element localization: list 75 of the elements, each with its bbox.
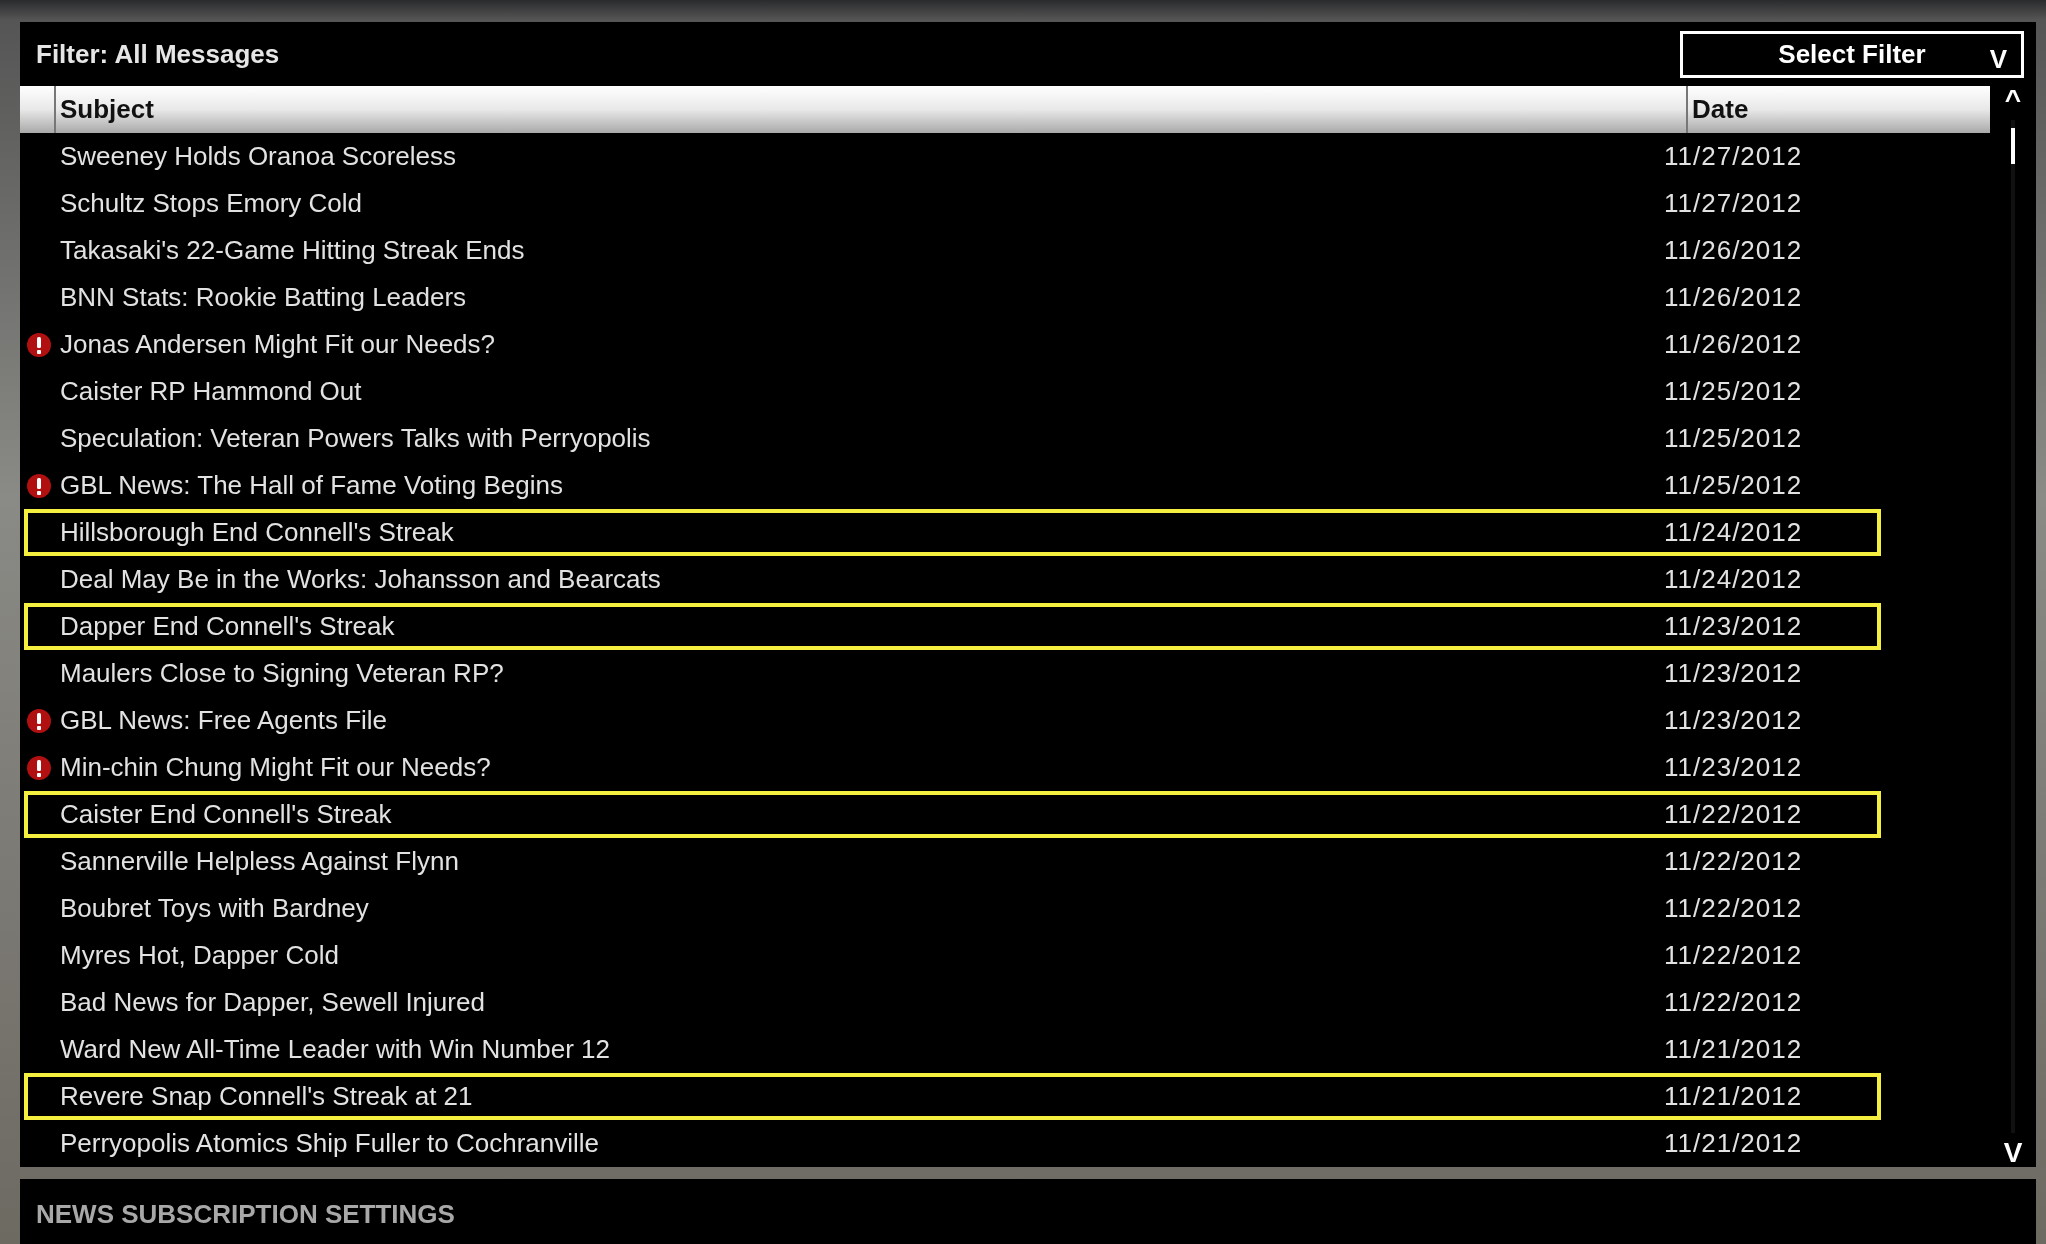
date-cell-text: 11/22/2012: [1664, 798, 1803, 831]
date-cell-text: 11/24/2012: [1664, 516, 1803, 549]
subject-cell-text: Caister End Connell's Streak: [59, 798, 393, 831]
highlighted-row[interactable]: Revere Snap Connell's Streak at 21 11/21/2012: [24, 1073, 1881, 1120]
column-header[interactable]: Subject: [56, 86, 1688, 133]
message-row[interactable]: Sannerville Helpless Against Flynn 11/22/2012: [24, 838, 1881, 885]
date-cell-text: 11/24/2012: [1664, 563, 1803, 596]
message-row[interactable]: Speculation: Veteran Powers Talks with Perryopolis 11/25/2012: [24, 415, 1881, 462]
highlighted-row[interactable]: Hillsborough End Connell's Streak 11/24/2012: [24, 509, 1881, 556]
subject-cell-text: Hillsborough End Connell's Streak: [59, 516, 455, 549]
message-row[interactable]: Jonas Andersen Might Fit our Needs? 11/26/2012: [24, 321, 1881, 368]
scrollbar-thumb[interactable]: [2011, 128, 2015, 164]
date-cell-text: 11/21/2012: [1664, 1127, 1803, 1160]
message-row[interactable]: Maulers Close to Signing Veteran RP? 11/23/2012: [24, 650, 1881, 697]
subject-cell-text: Bad News for Dapper, Sewell Injured: [59, 986, 486, 1019]
subject-cell-text: Sweeney Holds Oranoa Scoreless: [59, 140, 457, 173]
subject-cell-text: Perryopolis Atomics Ship Fuller to Cochranville: [59, 1127, 600, 1160]
message-row[interactable]: Sweeney Holds Oranoa Scoreless 11/27/2012: [24, 133, 1881, 180]
message-row[interactable]: Boubret Toys with Bardney 11/22/2012: [24, 885, 1881, 932]
filter-label: Filter: All Messages: [36, 37, 280, 71]
date-cell-text: 11/26/2012: [1664, 328, 1803, 361]
date-cell-text: 11/23/2012: [1664, 610, 1803, 643]
highlighted-row[interactable]: Caister End Connell's Streak 11/22/2012: [24, 791, 1881, 838]
subject-cell-text: Myres Hot, Dapper Cold: [59, 939, 340, 972]
date-cell-text: 11/21/2012: [1664, 1033, 1803, 1066]
date-cell-text: 11/23/2012: [1664, 751, 1803, 784]
subject-cell-text: GBL News: Free Agents File: [59, 704, 389, 737]
date-cell-text: 11/25/2012: [1664, 422, 1803, 455]
date-cell-text: 11/27/2012: [1664, 140, 1803, 173]
subject-cell-text: Maulers Close to Signing Veteran RP?: [59, 657, 505, 690]
message-row[interactable]: Caister RP Hammond Out 11/25/2012: [24, 368, 1881, 415]
subject-cell-text: Boubret Toys with Bardney: [59, 892, 370, 925]
message-row[interactable]: Myres Hot, Dapper Cold 11/22/2012: [24, 932, 1881, 979]
date-cell-text: 11/23/2012: [1664, 704, 1803, 737]
message-row[interactable]: BNN Stats: Rookie Batting Leaders 11/26/2012: [24, 274, 1881, 321]
subject-cell-text: Takasaki's 22-Game Hitting Streak Ends: [59, 234, 526, 267]
column-header[interactable]: Date: [1688, 86, 1990, 133]
subject-cell-text: Schultz Stops Emory Cold: [59, 187, 363, 220]
message-row[interactable]: Perryopolis Atomics Ship Fuller to Cochranville 11/21/2012: [24, 1120, 1881, 1167]
message-row[interactable]: Min-chin Chung Might Fit our Needs? 11/23/2012: [24, 744, 1881, 791]
date-cell-text: 11/22/2012: [1664, 845, 1803, 878]
message-row[interactable]: Schultz Stops Emory Cold 11/27/2012: [24, 180, 1881, 227]
subject-cell-text: Min-chin Chung Might Fit our Needs?: [59, 751, 492, 784]
message-row[interactable]: GBL News: Free Agents File 11/23/2012: [24, 697, 1881, 744]
subject-cell-text: GBL News: The Hall of Fame Voting Begins: [59, 469, 564, 502]
date-cell-text: 11/22/2012: [1664, 939, 1803, 972]
scroll-up-button[interactable]: ^: [2004, 86, 2022, 114]
filter-dropdown[interactable]: Select Filter V: [1680, 30, 2024, 78]
subject-cell-text: Ward New All-Time Leader with Win Number 12: [59, 1033, 612, 1066]
date-cell-text: 11/27/2012: [1664, 187, 1803, 220]
message-row[interactable]: Takasaki's 22-Game Hitting Streak Ends 11/26/2012: [24, 227, 1881, 274]
section-title[interactable]: NEWS SUBSCRIPTION SETTINGS: [36, 1199, 455, 1229]
date-cell-text: 11/23/2012: [1664, 657, 1803, 690]
date-cell-text: 11/26/2012: [1664, 281, 1803, 314]
message-row[interactable]: GBL News: The Hall of Fame Voting Begins 11/25/2012: [24, 462, 1881, 509]
scroll-down-button[interactable]: V: [2003, 1139, 2023, 1167]
message-row[interactable]: Ward New All-Time Leader with Win Number 12 11/21/2012: [24, 1026, 1881, 1073]
date-cell-text: 11/22/2012: [1664, 892, 1803, 925]
subject-cell-text: Caister RP Hammond Out: [59, 375, 363, 408]
subject-cell-text: Sannerville Helpless Against Flynn: [59, 845, 460, 878]
message-row[interactable]: Bad News for Dapper, Sewell Injured 11/22/2012: [24, 979, 1881, 1026]
subject-cell-text: Deal May Be in the Works: Johansson and Bearcats: [59, 563, 662, 596]
date-cell-text: 11/25/2012: [1664, 375, 1803, 408]
message-row[interactable]: Deal May Be in the Works: Johansson and Bearcats 11/24/2012: [24, 556, 1881, 603]
date-cell-text: 11/22/2012: [1664, 986, 1803, 1019]
highlighted-row[interactable]: Dapper End Connell's Streak 11/23/2012: [24, 603, 1881, 650]
subject-cell-text: Jonas Andersen Might Fit our Needs?: [59, 328, 497, 361]
date-cell-text: 11/26/2012: [1664, 234, 1803, 267]
subject-cell-text: Dapper End Connell's Streak: [59, 610, 396, 643]
subject-cell-text: BNN Stats: Rookie Batting Leaders: [59, 281, 468, 314]
subject-cell-text: Revere Snap Connell's Streak at 21: [59, 1080, 474, 1113]
date-cell-text: 11/25/2012: [1664, 469, 1803, 502]
date-cell-text: 11/21/2012: [1664, 1080, 1803, 1113]
subject-cell-text: Speculation: Veteran Powers Talks with Perryopolis: [59, 422, 652, 455]
caret-icon: V: [1989, 39, 2007, 79]
